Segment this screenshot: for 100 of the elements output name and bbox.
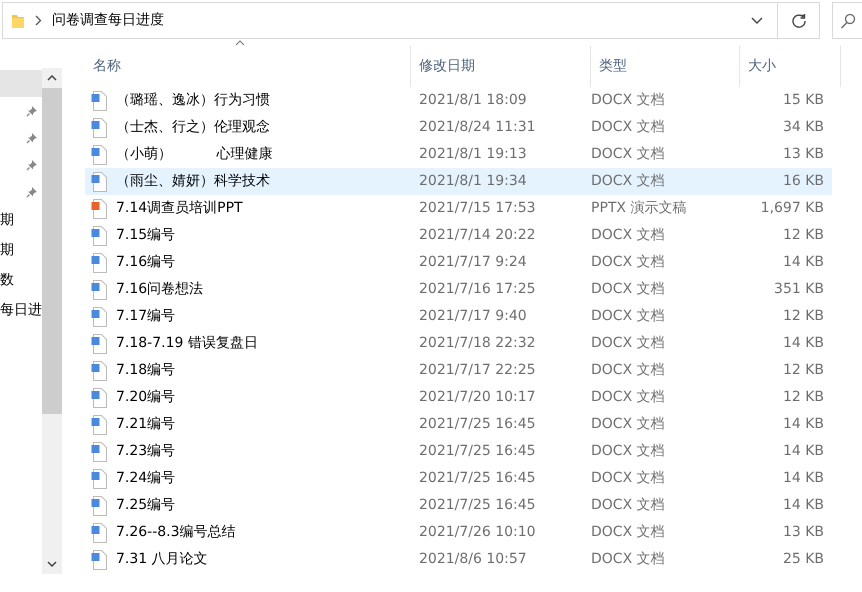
file-row[interactable]: 7.15编号 2021/7/14 20:22 DOCX 文档 12 KB: [85, 222, 832, 249]
file-row[interactable]: 7.16问卷想法 2021/7/16 17:25 DOCX 文档 351 KB: [85, 276, 832, 303]
file-name: 7.18-7.19 错误复盘日: [116, 334, 258, 353]
file-name: （璐瑶、逸冰）行为习惯: [116, 91, 270, 110]
file-row[interactable]: 7.24编号 2021/7/25 16:45 DOCX 文档 14 KB: [85, 465, 832, 492]
column-header[interactable]: 修改日期: [411, 46, 591, 87]
column-header[interactable]: 名称: [85, 46, 411, 87]
table-cell-text: 2021/8/6 10:57: [418, 550, 528, 569]
table-cell-text: 2021/7/26 10:10: [418, 523, 537, 542]
file-name: 7.16问卷想法: [116, 280, 204, 299]
table-cell-text: 13 KB: [782, 145, 824, 164]
table-cell-text: 14 KB: [782, 334, 824, 353]
table-cell-text: 2021/8/1 18:09: [418, 91, 528, 110]
file-row[interactable]: 7.17编号 2021/7/17 9:40 DOCX 文档 12 KB: [85, 303, 832, 330]
table-cell-text: 12 KB: [782, 361, 824, 380]
table-cell-text: 14 KB: [782, 415, 824, 434]
file-row[interactable]: （璐瑶、逸冰）行为习惯 2021/8/1 18:09 DOCX 文档 15 KB: [85, 87, 832, 114]
column-header[interactable]: 大小: [740, 46, 841, 87]
table-cell-text: DOCX 文档: [591, 253, 666, 272]
table-cell-text: 2021/7/20 10:17: [418, 388, 537, 407]
table-cell-text: 14 KB: [782, 469, 824, 488]
sidebar-item[interactable]: 期: [0, 205, 42, 235]
file-name: 7.26--8.3编号总结: [116, 523, 236, 542]
table-cell-text: 12 KB: [782, 388, 824, 407]
table-cell-text: DOCX 文档: [591, 172, 666, 191]
file-name: 7.16编号: [116, 253, 176, 272]
document-file-icon: [91, 226, 107, 246]
sidebar-item[interactable]: 数: [0, 265, 42, 295]
file-row[interactable]: （士杰、行之）伦理观念 2021/8/24 11:31 DOCX 文档 34 KB: [85, 114, 832, 141]
document-file-icon: [91, 496, 107, 516]
scroll-thumb[interactable]: [42, 88, 62, 414]
table-cell-text: 2021/7/25 16:45: [418, 496, 537, 515]
file-row[interactable]: 7.14调查员培训PPT 2021/7/15 17:53 PPTX 演示文稿 1,697 KB: [85, 195, 832, 222]
scrollbar[interactable]: [42, 68, 62, 574]
table-cell-text: 2021/8/1 19:34: [418, 172, 528, 191]
sidebar-item[interactable]: 每日进: [0, 295, 42, 325]
file-name: 7.20编号: [116, 388, 176, 407]
table-cell-text: 13 KB: [782, 523, 824, 542]
caret-icon: [47, 561, 57, 567]
presentation-file-icon: [91, 198, 107, 218]
file-row[interactable]: 7.18-7.19 错误复盘日 2021/7/18 22:32 DOCX 文档 14 KB: [85, 330, 832, 357]
file-row[interactable]: （小萌） 心理健康 2021/8/1 19:13 DOCX 文档 13 KB: [85, 141, 832, 168]
file-row[interactable]: 7.18编号 2021/7/17 22:25 DOCX 文档 12 KB: [85, 357, 832, 384]
table-cell-text: DOCX 文档: [591, 361, 666, 380]
file-row[interactable]: 7.21编号 2021/7/25 16:45 DOCX 文档 14 KB: [85, 411, 832, 438]
table-cell-text: 2021/7/17 22:25: [418, 361, 537, 380]
document-file-icon: [91, 306, 107, 326]
table-cell-text: DOCX 文档: [591, 145, 666, 164]
table-cell-text: 12 KB: [782, 307, 824, 326]
document-file-icon: [91, 144, 107, 164]
pin-icon: [26, 158, 38, 170]
table-cell-text: DOCX 文档: [591, 415, 666, 434]
refresh-icon: [790, 12, 806, 28]
file-name: （小萌） 心理健康: [116, 145, 273, 164]
table-cell-text: DOCX 文档: [591, 523, 666, 542]
caret-icon: [751, 17, 763, 24]
table-cell-text: 14 KB: [782, 496, 824, 515]
file-name: （士杰、行之）伦理观念: [116, 118, 270, 137]
document-file-icon: [91, 280, 107, 300]
table-cell-text: 2021/7/25 16:45: [418, 442, 537, 461]
breadcrumb-folder[interactable]: 问卷调查每日进度: [52, 10, 164, 31]
caret-icon: [47, 75, 57, 81]
table-cell-text: 2021/7/25 16:45: [418, 469, 537, 488]
document-file-icon: [91, 522, 107, 542]
file-name: 7.24编号: [116, 469, 176, 488]
file-name: 7.14调查员培训PPT: [116, 199, 243, 218]
table-cell-text: 351 KB: [773, 280, 824, 299]
file-row[interactable]: （雨尘、婧妍）科学技术 2021/8/1 19:34 DOCX 文档 16 KB: [85, 168, 832, 195]
table-cell-text: DOCX 文档: [591, 118, 666, 137]
table-cell-text: DOCX 文档: [591, 307, 666, 326]
document-file-icon: [91, 252, 107, 272]
folder-icon: [11, 12, 25, 28]
table-cell-text: DOCX 文档: [591, 550, 666, 569]
table-cell-text: 16 KB: [782, 172, 824, 191]
table-cell-text: 2021/7/15 17:53: [418, 199, 537, 218]
table-cell-text: 2021/7/17 9:40: [418, 307, 528, 326]
file-row[interactable]: 7.31 八月论文 2021/8/6 10:57 DOCX 文档 25 KB: [85, 546, 832, 573]
chevron-icon: [35, 15, 42, 26]
file-row[interactable]: 7.16编号 2021/7/17 9:24 DOCX 文档 14 KB: [85, 249, 832, 276]
column-header[interactable]: 类型: [591, 46, 740, 87]
address-bar[interactable]: 问卷调查每日进度: [2, 2, 820, 39]
file-row[interactable]: 7.25编号 2021/7/25 16:45 DOCX 文档 14 KB: [85, 492, 832, 519]
file-name: 7.18编号: [116, 361, 176, 380]
sidebar-item[interactable]: 期: [0, 235, 42, 265]
table-cell-text: 14 KB: [782, 442, 824, 461]
table-cell-text: DOCX 文档: [591, 496, 666, 515]
table-cell-text: DOCX 文档: [591, 442, 666, 461]
table-cell-text: 2021/8/24 11:31: [418, 118, 537, 137]
table-cell-text: DOCX 文档: [591, 334, 666, 353]
search-field[interactable]: [832, 2, 862, 39]
table-cell-text: 34 KB: [782, 118, 824, 137]
table-cell-text: 15 KB: [782, 91, 824, 110]
file-row[interactable]: 7.20编号 2021/7/20 10:17 DOCX 文档 12 KB: [85, 384, 832, 411]
table-cell-text: DOCX 文档: [591, 91, 666, 110]
document-file-icon: [91, 172, 107, 192]
table-cell-text: 12 KB: [782, 226, 824, 245]
file-row[interactable]: 7.26--8.3编号总结 2021/7/26 10:10 DOCX 文档 13 KB: [85, 519, 832, 546]
table-cell-text: PPTX 演示文稿: [591, 199, 688, 218]
file-row[interactable]: 7.23编号 2021/7/25 16:45 DOCX 文档 14 KB: [85, 438, 832, 465]
document-file-icon: [91, 414, 107, 434]
